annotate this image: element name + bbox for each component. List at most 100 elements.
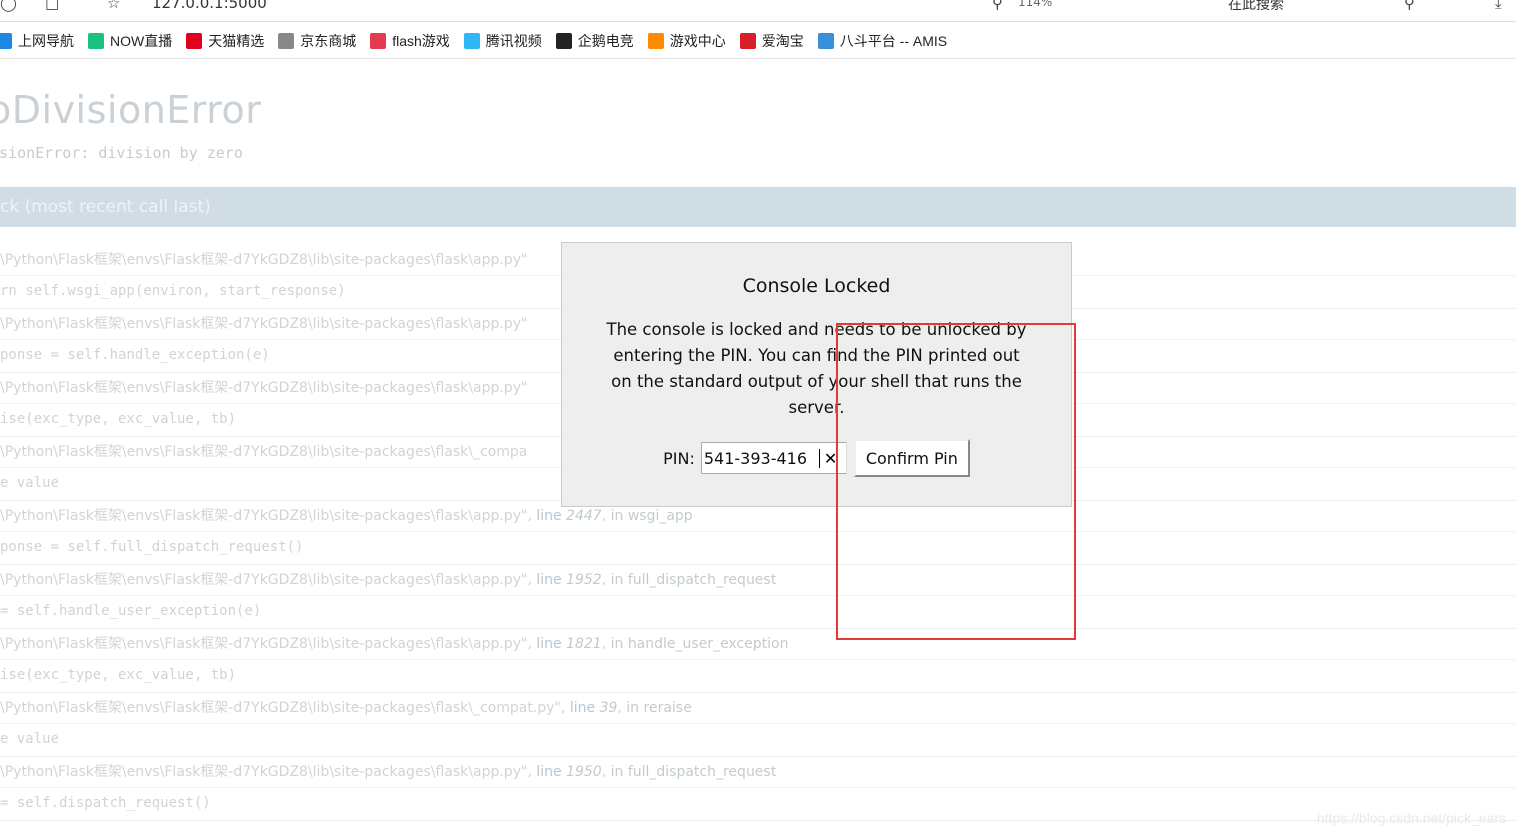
line-number: 2447 bbox=[566, 508, 602, 524]
bookmark-label: NOW直播 bbox=[110, 32, 173, 49]
in-word: in bbox=[610, 508, 624, 524]
bookmark-item[interactable]: 爱淘宝 bbox=[739, 31, 804, 51]
in-word: in bbox=[610, 636, 624, 652]
bookmark-item[interactable]: NOW直播 bbox=[88, 31, 172, 51]
traceback-frame: \Python\Flask框架\envs\Flask框架-d7YkGDZ8\li… bbox=[0, 501, 1516, 565]
penguin-icon bbox=[555, 32, 572, 49]
bookmark-item[interactable]: 天猫精选 bbox=[186, 31, 264, 51]
line-word: line bbox=[536, 508, 562, 524]
line-number: 1950 bbox=[566, 764, 602, 780]
bookmark-item[interactable]: 腾讯视频 bbox=[463, 31, 542, 51]
play-icon bbox=[463, 32, 480, 49]
line-number: 1952 bbox=[566, 572, 602, 588]
bookmark-label: 爱淘宝 bbox=[761, 32, 804, 49]
bookmark-label: 游戏中心 bbox=[669, 32, 726, 49]
pin-form: PIN: ✕ Confirm Pin bbox=[562, 439, 1071, 477]
frame-code[interactable]: = self.handle_user_exception(e) bbox=[0, 595, 1516, 629]
function-name: wsgi_app bbox=[627, 508, 693, 524]
bookmark-label: flash游戏 bbox=[392, 32, 450, 49]
bookmark-label: 天猫精选 bbox=[208, 32, 265, 49]
error-message: isionError: division by zero bbox=[0, 144, 243, 162]
in-word: in bbox=[610, 764, 624, 780]
line-word: line bbox=[569, 700, 596, 716]
line-word: line bbox=[536, 572, 562, 588]
watermark: https://blog.csdn.net/pick_ears bbox=[1316, 810, 1506, 826]
frame-file: \Python\Flask框架\envs\Flask框架-d7YkGDZ8\li… bbox=[0, 572, 777, 588]
error-title: oDivisionError bbox=[0, 88, 262, 132]
bookmark-item[interactable]: 企鹅电竞 bbox=[555, 31, 634, 51]
clear-icon[interactable]: ✕ bbox=[824, 449, 837, 468]
dialog-title: Console Locked bbox=[742, 275, 891, 297]
line-word: line bbox=[536, 764, 562, 780]
frame-path: \Python\Flask框架\envs\Flask框架-d7YkGDZ8\li… bbox=[0, 700, 561, 716]
pin-field[interactable]: ✕ bbox=[700, 442, 847, 474]
frame-path: \Python\Flask框架\envs\Flask框架-d7YkGDZ8\li… bbox=[0, 380, 528, 396]
frame-path: \Python\Flask框架\envs\Flask框架-d7YkGDZ8\li… bbox=[0, 764, 528, 780]
zoom-icon[interactable]: ⚲ bbox=[992, 0, 1003, 12]
in-word: in bbox=[610, 572, 624, 588]
bookmark-item[interactable]: 八斗平台 -- AMIS bbox=[817, 31, 948, 51]
bookmark-label: 京东商城 bbox=[300, 32, 357, 49]
line-number: 1821 bbox=[566, 636, 602, 652]
frame-file: \Python\Flask框架\envs\Flask框架-d7YkGDZ8\li… bbox=[0, 636, 789, 652]
frame-file: \Python\Flask框架\envs\Flask框架-d7YkGDZ8\li… bbox=[0, 700, 692, 716]
taobao-icon bbox=[739, 32, 756, 49]
bookmarks-bar: 上网导航 NOW直播 天猫精选 京东商城 flash游戏 腾讯视频 企鹅电竞 游戏中心 爱淘宝 八… bbox=[0, 23, 1516, 59]
function-name: handle_user_exception bbox=[627, 636, 789, 652]
frame-code[interactable]: e value bbox=[0, 723, 1516, 757]
a-icon bbox=[817, 32, 834, 49]
bookmark-label: 企鹅电竞 bbox=[577, 32, 634, 49]
zoom-level[interactable]: 114% bbox=[1018, 0, 1052, 9]
frame-code[interactable]: ponse = self.full_dispatch_request() bbox=[0, 531, 1516, 565]
frame-code[interactable]: = self.dispatch_request() bbox=[0, 787, 1516, 821]
traceback-frame: \Python\Flask框架\envs\Flask框架-d7YkGDZ8\li… bbox=[0, 693, 1516, 757]
function-name: reraise bbox=[643, 700, 692, 716]
bookmark-item[interactable]: 游戏中心 bbox=[647, 31, 726, 51]
gamepad-icon bbox=[647, 32, 664, 49]
line-word: line bbox=[536, 636, 562, 652]
bookmark-label: 上网导航 bbox=[18, 32, 74, 49]
frame-file: \Python\Flask框架\envs\Flask框架-d7YkGDZ8\li… bbox=[0, 309, 527, 339]
frame-file: \Python\Flask框架\envs\Flask框架-d7YkGDZ8\li… bbox=[0, 764, 777, 780]
traceback-frame: \Python\Flask框架\envs\Flask框架-d7YkGDZ8\li… bbox=[0, 757, 1516, 821]
bookmark-item[interactable]: 上网导航 bbox=[0, 31, 74, 51]
now-icon bbox=[88, 32, 104, 49]
tmall-icon bbox=[186, 32, 203, 49]
address-bar[interactable]: 127.0.0.1:5000 bbox=[152, 0, 267, 12]
traceback-header[interactable]: ck (most recent call last) bbox=[0, 187, 1516, 227]
frame-path: \Python\Flask框架\envs\Flask框架-d7YkGDZ8\li… bbox=[0, 252, 528, 268]
frame-path: \Python\Flask框架\envs\Flask框架-d7YkGDZ8\li… bbox=[0, 508, 528, 524]
globe-icon bbox=[278, 32, 295, 49]
ie-icon bbox=[0, 32, 12, 49]
console-locked-dialog: Console Locked The console is locked and… bbox=[561, 242, 1072, 507]
bookmark-label: 八斗平台 -- AMIS bbox=[839, 32, 948, 49]
function-name: full_dispatch_request bbox=[627, 572, 777, 588]
frame-file: \Python\Flask框架\envs\Flask框架-d7YkGDZ8\li… bbox=[0, 245, 527, 275]
download-icon[interactable]: ⤓ bbox=[1495, 0, 1502, 12]
bookmark-item[interactable]: 京东商城 bbox=[278, 31, 356, 51]
bookmark-label: 腾讯视频 bbox=[485, 32, 542, 49]
refresh-icon[interactable]: ◯ bbox=[0, 0, 17, 12]
frame-path: \Python\Flask框架\envs\Flask框架-d7YkGDZ8\li… bbox=[0, 444, 528, 460]
traceback-frame: \Python\Flask框架\envs\Flask框架-d7YkGDZ8\li… bbox=[0, 565, 1516, 629]
frame-file: \Python\Flask框架\envs\Flask框架-d7YkGDZ8\li… bbox=[0, 373, 527, 403]
frame-code[interactable]: ise(exc_type, exc_value, tb) bbox=[0, 659, 1516, 693]
pin-input[interactable] bbox=[701, 448, 820, 468]
bookmark-item[interactable]: flash游戏 bbox=[370, 31, 450, 51]
frame-path: \Python\Flask框架\envs\Flask框架-d7YkGDZ8\li… bbox=[0, 572, 528, 588]
home-icon[interactable]: □ bbox=[45, 0, 59, 12]
confirm-pin-button[interactable]: Confirm Pin bbox=[853, 439, 970, 477]
search-box[interactable]: 在此搜索 bbox=[1228, 0, 1284, 14]
in-word: in bbox=[626, 700, 640, 716]
browser-toolbar: ◯ □ ☆ 127.0.0.1:5000 ⚲ 114% 在此搜索 ⚲ ⤓ bbox=[0, 0, 1516, 22]
pin-label: PIN: bbox=[663, 448, 695, 468]
star-icon[interactable]: ☆ bbox=[107, 0, 120, 12]
dialog-message: The console is locked and needs to be un… bbox=[606, 320, 1027, 417]
flash-icon bbox=[370, 32, 387, 49]
traceback-frame: \Python\Flask框架\envs\Flask框架-d7YkGDZ8\li… bbox=[0, 629, 1516, 693]
frame-path: \Python\Flask框架\envs\Flask框架-d7YkGDZ8\li… bbox=[0, 636, 528, 652]
frame-path: \Python\Flask框架\envs\Flask框架-d7YkGDZ8\li… bbox=[0, 316, 528, 332]
frame-file: \Python\Flask框架\envs\Flask框架-d7YkGDZ8\li… bbox=[0, 437, 527, 467]
search-icon[interactable]: ⚲ bbox=[1404, 0, 1415, 12]
line-number: 39 bbox=[599, 700, 618, 716]
